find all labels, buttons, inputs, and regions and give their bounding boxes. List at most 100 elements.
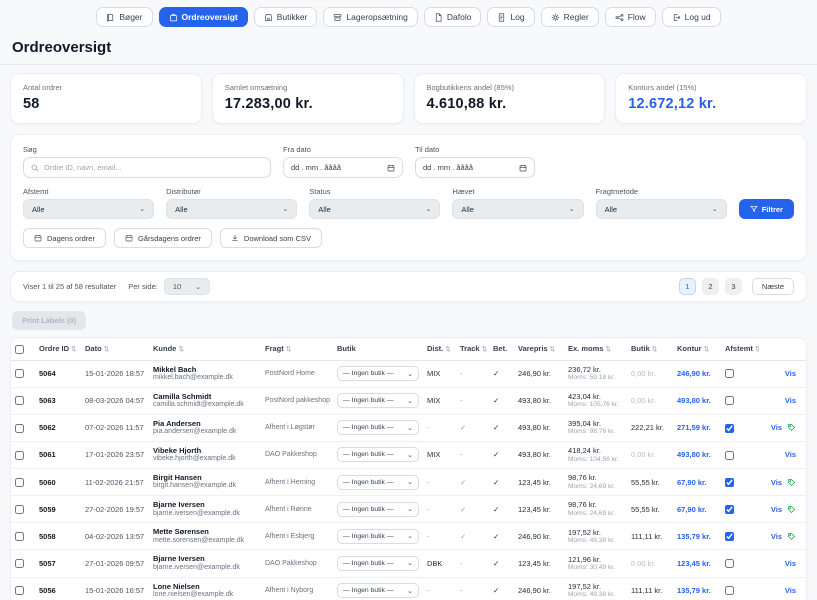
view-order-link[interactable]: Vis: [771, 478, 782, 487]
row-butik-select[interactable]: — Ingen butik —⌄: [337, 366, 419, 381]
nav-tab-lagerops-tning[interactable]: Lageropsætning: [323, 7, 417, 27]
column-header-kontur[interactable]: Kontur⇅: [673, 338, 721, 360]
search-input[interactable]: [44, 163, 263, 172]
to-date-input[interactable]: dd . mm . åååå: [415, 157, 535, 178]
nav-tab-dafolo[interactable]: Dafolo: [424, 7, 482, 27]
quick-button-1[interactable]: Gårsdagens ordrer: [114, 228, 212, 248]
row-checkbox[interactable]: [15, 478, 24, 487]
from-date-input[interactable]: dd . mm . åååå: [283, 157, 403, 178]
row-checkbox[interactable]: [15, 505, 24, 514]
sort-icon[interactable]: ⇅: [104, 346, 109, 353]
row-butik-select[interactable]: — Ingen butik —⌄: [337, 529, 419, 544]
nav-tab-flow[interactable]: Flow: [605, 7, 656, 27]
reconciled-checkbox[interactable]: [725, 396, 734, 405]
quick-button-0[interactable]: Dagens ordrer: [23, 228, 106, 248]
reconciled-checkbox[interactable]: [725, 369, 734, 378]
view-order-link[interactable]: Vis: [771, 505, 782, 514]
column-header-dato[interactable]: Dato⇅: [81, 338, 149, 360]
row-checkbox[interactable]: [15, 559, 24, 568]
row-checkbox[interactable]: [15, 451, 24, 460]
sort-icon[interactable]: ⇅: [605, 346, 610, 353]
column-header-fragt[interactable]: Fragt⇅: [261, 338, 333, 360]
stat-card: Antal ordrer58: [10, 73, 202, 124]
page-button-3[interactable]: 3: [725, 278, 742, 295]
customer-name: Vibeke Hjorth: [153, 446, 257, 455]
view-order-link[interactable]: Vis: [785, 586, 796, 595]
reconciled-checkbox[interactable]: [725, 424, 734, 433]
sort-icon[interactable]: ⇅: [445, 346, 450, 353]
filter-button[interactable]: Filtrer: [739, 199, 794, 219]
sort-icon[interactable]: ⇅: [550, 346, 555, 353]
reconciled-checkbox[interactable]: [725, 532, 734, 541]
nav-tab-ordreoversigt[interactable]: Ordreoversigt: [159, 7, 248, 27]
filter-select-distributør[interactable]: Alle⌄: [166, 199, 297, 219]
chevron-down-icon: ⌄: [407, 451, 413, 459]
sort-icon[interactable]: ⇅: [71, 346, 76, 353]
reconciled-checkbox[interactable]: [725, 586, 734, 595]
print-label-icon[interactable]: [787, 532, 796, 541]
row-checkbox[interactable]: [15, 532, 24, 541]
print-label-icon[interactable]: [787, 423, 796, 432]
reconciled-checkbox[interactable]: [725, 505, 734, 514]
row-checkbox[interactable]: [15, 369, 24, 378]
nav-tab-butikker[interactable]: Butikker: [254, 7, 318, 27]
column-header-dist-[interactable]: Dist.⇅: [423, 338, 456, 360]
row-butik-select[interactable]: — Ingen butik —⌄: [337, 556, 419, 571]
filter-select-hævet[interactable]: Alle⌄: [452, 199, 583, 219]
date-cell: 27-02-2026 19:57: [81, 496, 149, 523]
page-button-2[interactable]: 2: [702, 278, 719, 295]
row-butik-select[interactable]: — Ingen butik —⌄: [337, 475, 419, 490]
nav-tab-b-ger[interactable]: Bøger: [96, 7, 152, 27]
row-butik-select[interactable]: — Ingen butik —⌄: [337, 393, 419, 408]
kontur-share-cell: 123,45 kr.: [673, 550, 721, 577]
sort-icon[interactable]: ⇅: [704, 346, 709, 353]
sort-icon[interactable]: ⇅: [286, 346, 291, 353]
print-labels-button[interactable]: Print Labels (0): [12, 311, 86, 330]
column-header-ex-moms[interactable]: Ex. moms⇅: [564, 338, 627, 360]
row-checkbox[interactable]: [15, 424, 24, 433]
filter-select-fragtmetode[interactable]: Alle⌄: [596, 199, 727, 219]
column-header-afstemt[interactable]: Afstemt⇅: [721, 338, 759, 360]
sort-icon[interactable]: ⇅: [755, 346, 759, 353]
view-order-link[interactable]: Vis: [785, 396, 796, 405]
row-butik-select[interactable]: — Ingen butik —⌄: [337, 502, 419, 517]
kontur-share-cell: 67,90 kr.: [673, 496, 721, 523]
view-order-link[interactable]: Vis: [785, 450, 796, 459]
column-header-varepris[interactable]: Varepris⇅: [514, 338, 564, 360]
calendar-icon[interactable]: [519, 164, 527, 172]
row-butik-select[interactable]: — Ingen butik —⌄: [337, 583, 419, 598]
nav-tab-log-ud[interactable]: Log ud: [662, 7, 721, 27]
filter-select-afstemt[interactable]: Alle⌄: [23, 199, 154, 219]
next-page-button[interactable]: Næste: [752, 278, 794, 295]
search-box[interactable]: [23, 157, 271, 178]
print-label-icon[interactable]: [787, 478, 796, 487]
column-header-track[interactable]: Track⇅: [456, 338, 489, 360]
per-side-select[interactable]: 10 ⌄: [164, 278, 210, 295]
column-header-butik[interactable]: Butik⇅: [627, 338, 673, 360]
view-order-link[interactable]: Vis: [771, 532, 782, 541]
view-order-link[interactable]: Vis: [785, 559, 796, 568]
page-title: Ordreoversigt: [0, 33, 817, 64]
page-button-1[interactable]: 1: [679, 278, 696, 295]
row-checkbox[interactable]: [15, 396, 24, 405]
column-header-ordre-id[interactable]: Ordre ID⇅: [35, 338, 81, 360]
print-label-icon[interactable]: [787, 505, 796, 514]
column-header-kunde[interactable]: Kunde⇅: [149, 338, 261, 360]
filter-select-status[interactable]: Alle⌄: [309, 199, 440, 219]
nav-tab-regler[interactable]: Regler: [541, 7, 599, 27]
row-checkbox[interactable]: [15, 586, 24, 595]
sort-icon[interactable]: ⇅: [482, 346, 487, 353]
row-butik-select[interactable]: — Ingen butik —⌄: [337, 420, 419, 435]
sort-icon[interactable]: ⇅: [178, 346, 183, 353]
reconciled-checkbox[interactable]: [725, 451, 734, 460]
quick-button-2[interactable]: Download som CSV: [220, 228, 322, 248]
view-order-link[interactable]: Vis: [785, 369, 796, 378]
sort-icon[interactable]: ⇅: [652, 346, 657, 353]
calendar-icon[interactable]: [387, 164, 395, 172]
view-order-link[interactable]: Vis: [771, 423, 782, 432]
select-all-checkbox[interactable]: [15, 345, 24, 354]
reconciled-checkbox[interactable]: [725, 559, 734, 568]
reconciled-checkbox[interactable]: [725, 478, 734, 487]
nav-tab-log[interactable]: Log: [487, 7, 534, 27]
row-butik-select[interactable]: — Ingen butik —⌄: [337, 447, 419, 462]
